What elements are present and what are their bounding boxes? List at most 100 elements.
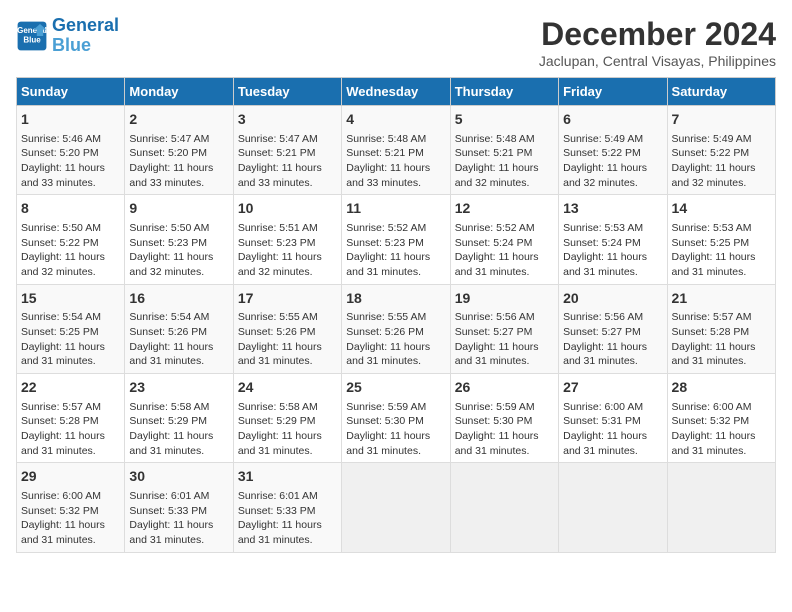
sunset-label: Sunset: 5:24 PM xyxy=(455,237,533,249)
sunset-label: Sunset: 5:22 PM xyxy=(563,147,641,159)
daylight-label: Daylight: 11 hours and 31 minutes. xyxy=(672,341,756,368)
weekday-header-tuesday: Tuesday xyxy=(233,78,341,106)
sunset-label: Sunset: 5:33 PM xyxy=(129,505,207,517)
calendar-cell: 14 Sunrise: 5:53 AM Sunset: 5:25 PM Dayl… xyxy=(667,195,775,284)
daylight-label: Daylight: 11 hours and 31 minutes. xyxy=(238,519,322,546)
sunrise-label: Sunrise: 5:51 AM xyxy=(238,222,318,234)
daylight-label: Daylight: 11 hours and 31 minutes. xyxy=(238,430,322,457)
calendar-cell: 8 Sunrise: 5:50 AM Sunset: 5:22 PM Dayli… xyxy=(17,195,125,284)
calendar-cell: 5 Sunrise: 5:48 AM Sunset: 5:21 PM Dayli… xyxy=(450,106,558,195)
calendar-cell: 4 Sunrise: 5:48 AM Sunset: 5:21 PM Dayli… xyxy=(342,106,450,195)
sunset-label: Sunset: 5:21 PM xyxy=(238,147,316,159)
daylight-label: Daylight: 11 hours and 31 minutes. xyxy=(455,341,539,368)
calendar-cell xyxy=(342,463,450,552)
day-number: 5 xyxy=(455,110,554,130)
day-number: 19 xyxy=(455,289,554,309)
calendar-cell: 2 Sunrise: 5:47 AM Sunset: 5:20 PM Dayli… xyxy=(125,106,233,195)
day-number: 8 xyxy=(21,199,120,219)
page-header: General Blue General Blue December 2024 … xyxy=(16,16,776,69)
calendar-cell: 23 Sunrise: 5:58 AM Sunset: 5:29 PM Dayl… xyxy=(125,374,233,463)
daylight-label: Daylight: 11 hours and 32 minutes. xyxy=(238,251,322,278)
sunrise-label: Sunrise: 5:47 AM xyxy=(238,133,318,145)
daylight-label: Daylight: 11 hours and 31 minutes. xyxy=(455,430,539,457)
sunrise-label: Sunrise: 5:50 AM xyxy=(21,222,101,234)
day-number: 4 xyxy=(346,110,445,130)
sunrise-label: Sunrise: 5:50 AM xyxy=(129,222,209,234)
calendar-cell: 21 Sunrise: 5:57 AM Sunset: 5:28 PM Dayl… xyxy=(667,284,775,373)
calendar-cell: 30 Sunrise: 6:01 AM Sunset: 5:33 PM Dayl… xyxy=(125,463,233,552)
calendar-cell: 20 Sunrise: 5:56 AM Sunset: 5:27 PM Dayl… xyxy=(559,284,667,373)
daylight-label: Daylight: 11 hours and 31 minutes. xyxy=(563,341,647,368)
calendar-week-4: 22 Sunrise: 5:57 AM Sunset: 5:28 PM Dayl… xyxy=(17,374,776,463)
sunset-label: Sunset: 5:24 PM xyxy=(563,237,641,249)
day-number: 10 xyxy=(238,199,337,219)
calendar-body: 1 Sunrise: 5:46 AM Sunset: 5:20 PM Dayli… xyxy=(17,106,776,553)
calendar-cell: 17 Sunrise: 5:55 AM Sunset: 5:26 PM Dayl… xyxy=(233,284,341,373)
daylight-label: Daylight: 11 hours and 31 minutes. xyxy=(563,430,647,457)
daylight-label: Daylight: 11 hours and 31 minutes. xyxy=(129,341,213,368)
sunset-label: Sunset: 5:25 PM xyxy=(21,326,99,338)
daylight-label: Daylight: 11 hours and 32 minutes. xyxy=(455,162,539,189)
sunrise-label: Sunrise: 5:59 AM xyxy=(455,401,535,413)
day-number: 24 xyxy=(238,378,337,398)
daylight-label: Daylight: 11 hours and 31 minutes. xyxy=(672,430,756,457)
daylight-label: Daylight: 11 hours and 33 minutes. xyxy=(238,162,322,189)
daylight-label: Daylight: 11 hours and 31 minutes. xyxy=(238,341,322,368)
daylight-label: Daylight: 11 hours and 33 minutes. xyxy=(21,162,105,189)
day-number: 16 xyxy=(129,289,228,309)
day-number: 26 xyxy=(455,378,554,398)
sunset-label: Sunset: 5:26 PM xyxy=(238,326,316,338)
daylight-label: Daylight: 11 hours and 31 minutes. xyxy=(346,341,430,368)
sunrise-label: Sunrise: 5:56 AM xyxy=(455,311,535,323)
sunset-label: Sunset: 5:22 PM xyxy=(21,237,99,249)
sunset-label: Sunset: 5:20 PM xyxy=(21,147,99,159)
title-area: December 2024 Jaclupan, Central Visayas,… xyxy=(539,16,776,69)
calendar-cell: 13 Sunrise: 5:53 AM Sunset: 5:24 PM Dayl… xyxy=(559,195,667,284)
daylight-label: Daylight: 11 hours and 31 minutes. xyxy=(672,251,756,278)
daylight-label: Daylight: 11 hours and 32 minutes. xyxy=(21,251,105,278)
daylight-label: Daylight: 11 hours and 33 minutes. xyxy=(129,162,213,189)
sunrise-label: Sunrise: 5:49 AM xyxy=(563,133,643,145)
sunset-label: Sunset: 5:25 PM xyxy=(672,237,750,249)
sunrise-label: Sunrise: 6:00 AM xyxy=(21,490,101,502)
sunset-label: Sunset: 5:23 PM xyxy=(346,237,424,249)
svg-text:Blue: Blue xyxy=(23,35,41,44)
sunset-label: Sunset: 5:23 PM xyxy=(129,237,207,249)
calendar-table: SundayMondayTuesdayWednesdayThursdayFrid… xyxy=(16,77,776,553)
weekday-header-thursday: Thursday xyxy=(450,78,558,106)
sunrise-label: Sunrise: 6:01 AM xyxy=(238,490,318,502)
calendar-cell: 9 Sunrise: 5:50 AM Sunset: 5:23 PM Dayli… xyxy=(125,195,233,284)
logo-icon: General Blue xyxy=(16,20,48,52)
sunrise-label: Sunrise: 5:52 AM xyxy=(346,222,426,234)
day-number: 1 xyxy=(21,110,120,130)
sunset-label: Sunset: 5:29 PM xyxy=(129,415,207,427)
sunrise-label: Sunrise: 5:54 AM xyxy=(129,311,209,323)
calendar-header-row: SundayMondayTuesdayWednesdayThursdayFrid… xyxy=(17,78,776,106)
sunset-label: Sunset: 5:27 PM xyxy=(455,326,533,338)
logo-text: General Blue xyxy=(52,16,119,56)
day-number: 15 xyxy=(21,289,120,309)
day-number: 25 xyxy=(346,378,445,398)
page-subtitle: Jaclupan, Central Visayas, Philippines xyxy=(539,53,776,69)
sunset-label: Sunset: 5:30 PM xyxy=(455,415,533,427)
calendar-cell: 31 Sunrise: 6:01 AM Sunset: 5:33 PM Dayl… xyxy=(233,463,341,552)
weekday-header-friday: Friday xyxy=(559,78,667,106)
calendar-cell: 24 Sunrise: 5:58 AM Sunset: 5:29 PM Dayl… xyxy=(233,374,341,463)
day-number: 27 xyxy=(563,378,662,398)
calendar-cell xyxy=(559,463,667,552)
daylight-label: Daylight: 11 hours and 31 minutes. xyxy=(21,341,105,368)
day-number: 21 xyxy=(672,289,771,309)
day-number: 12 xyxy=(455,199,554,219)
sunrise-label: Sunrise: 5:52 AM xyxy=(455,222,535,234)
sunrise-label: Sunrise: 5:55 AM xyxy=(346,311,426,323)
sunrise-label: Sunrise: 5:53 AM xyxy=(672,222,752,234)
calendar-cell xyxy=(450,463,558,552)
day-number: 17 xyxy=(238,289,337,309)
calendar-cell: 27 Sunrise: 6:00 AM Sunset: 5:31 PM Dayl… xyxy=(559,374,667,463)
sunrise-label: Sunrise: 5:59 AM xyxy=(346,401,426,413)
sunset-label: Sunset: 5:26 PM xyxy=(129,326,207,338)
calendar-week-5: 29 Sunrise: 6:00 AM Sunset: 5:32 PM Dayl… xyxy=(17,463,776,552)
sunset-label: Sunset: 5:32 PM xyxy=(672,415,750,427)
calendar-cell: 16 Sunrise: 5:54 AM Sunset: 5:26 PM Dayl… xyxy=(125,284,233,373)
sunrise-label: Sunrise: 5:55 AM xyxy=(238,311,318,323)
